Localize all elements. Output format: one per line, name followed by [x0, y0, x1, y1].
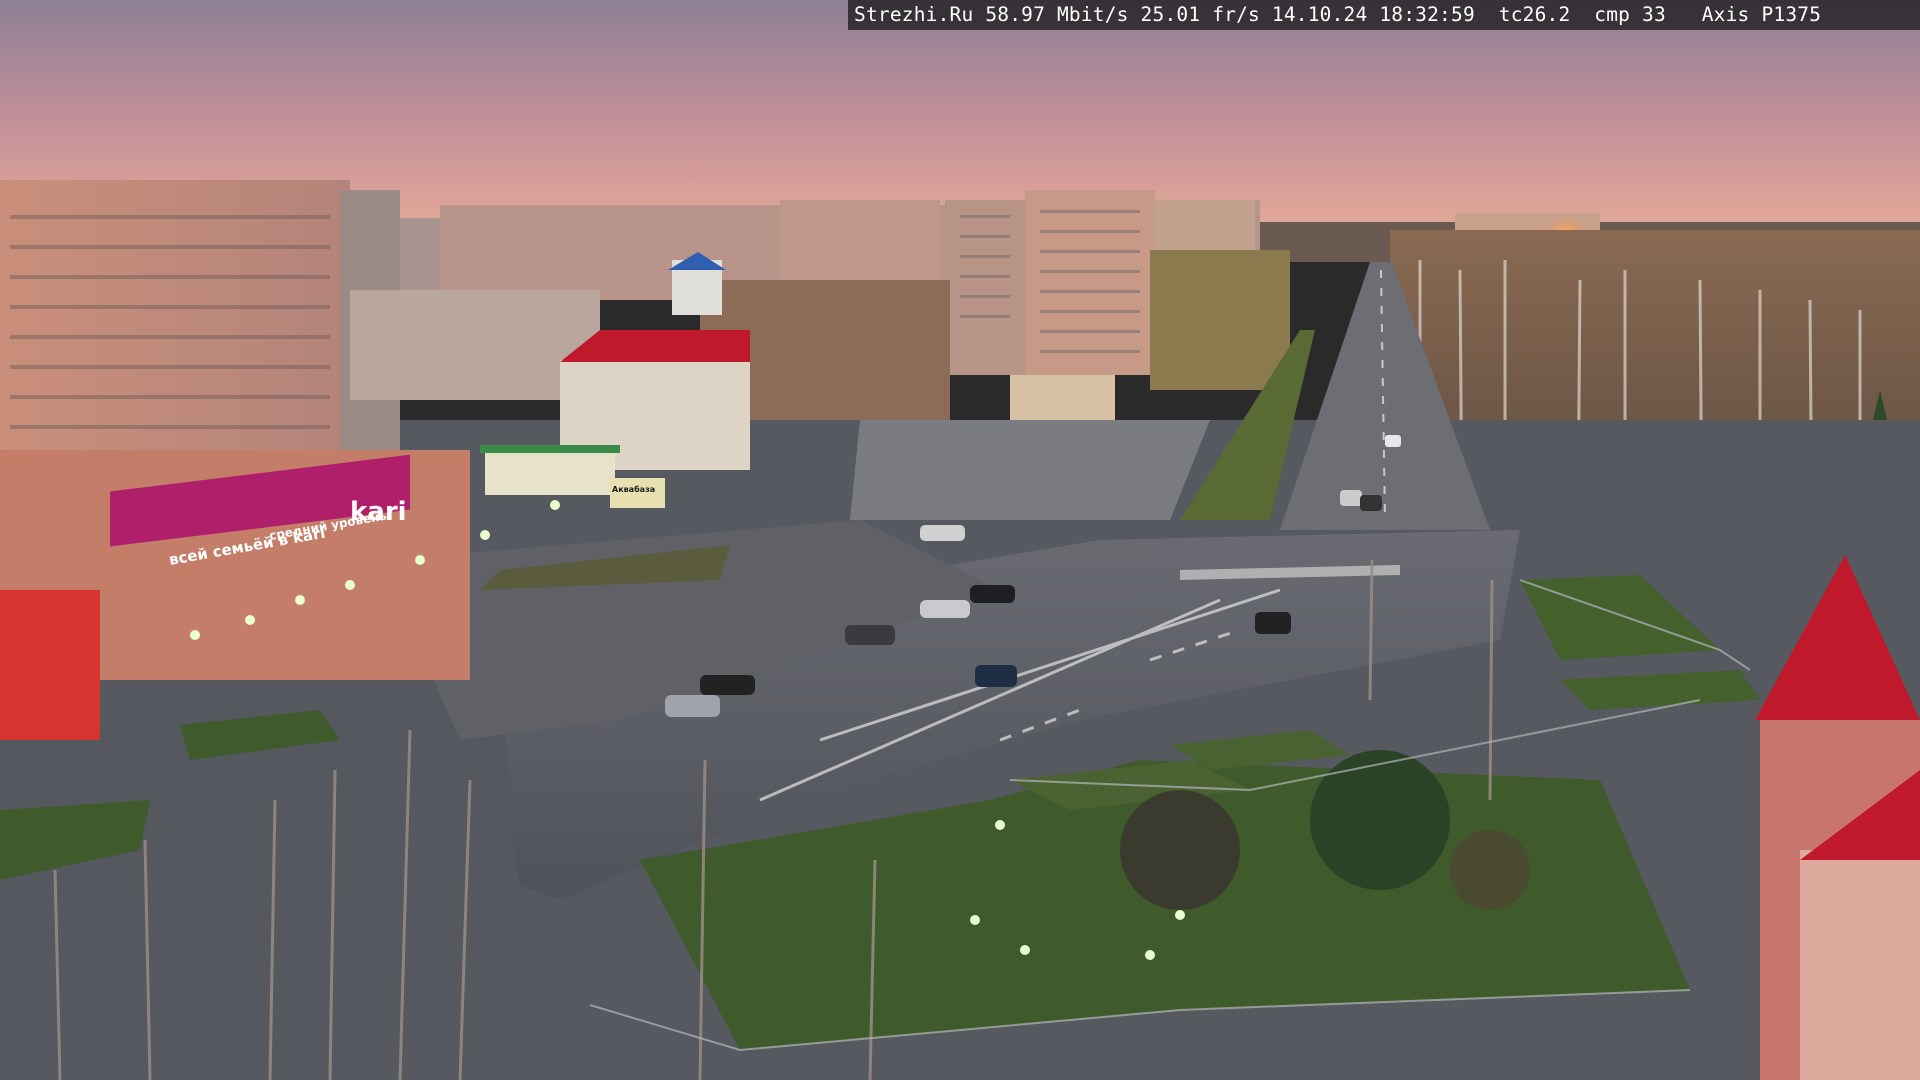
- kiosk-roof: [480, 445, 620, 453]
- car: [1385, 435, 1401, 447]
- plaza-pavilion: [1010, 375, 1115, 420]
- webcam-scene: kari всей семьёй в kari средний уровень …: [0, 0, 1920, 1080]
- car: [975, 665, 1017, 687]
- kiosk: [485, 450, 615, 495]
- mid-trees-right: [1150, 250, 1290, 390]
- car: [1255, 612, 1291, 634]
- car: [920, 525, 965, 541]
- car: [970, 585, 1015, 603]
- fir-tree: [1310, 750, 1450, 890]
- car: [700, 675, 755, 695]
- car: [920, 600, 970, 618]
- car: [1360, 495, 1382, 511]
- camera-info-overlay: Strezhi.Ru 58.97 Mbit/s 25.01 fr/s 14.10…: [848, 0, 1920, 30]
- moon: [680, 158, 700, 178]
- car: [665, 695, 720, 717]
- shrub-cluster-2: [1450, 830, 1530, 910]
- shrub-cluster: [1120, 790, 1240, 910]
- car: [845, 625, 895, 645]
- central-plaza: [850, 420, 1210, 520]
- kiosk-sign: Аквабаза: [612, 484, 655, 494]
- car: [1340, 490, 1362, 506]
